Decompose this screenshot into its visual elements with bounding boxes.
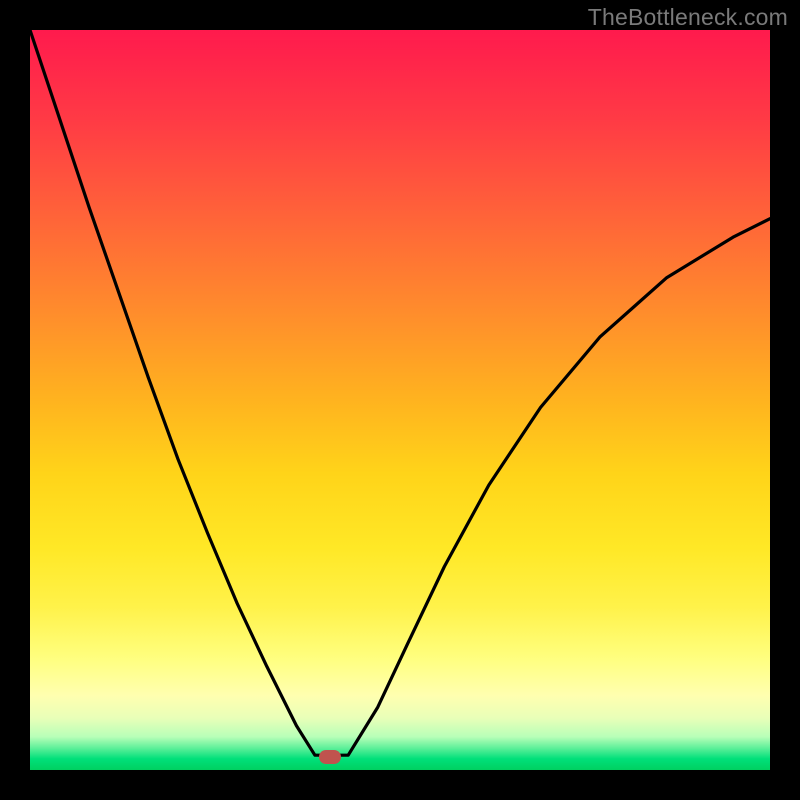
chart-frame: TheBottleneck.com	[0, 0, 800, 800]
plot-area	[30, 30, 770, 770]
watermark-label: TheBottleneck.com	[588, 4, 788, 31]
bottleneck-curve	[30, 30, 770, 770]
optimal-point-marker	[319, 750, 341, 764]
